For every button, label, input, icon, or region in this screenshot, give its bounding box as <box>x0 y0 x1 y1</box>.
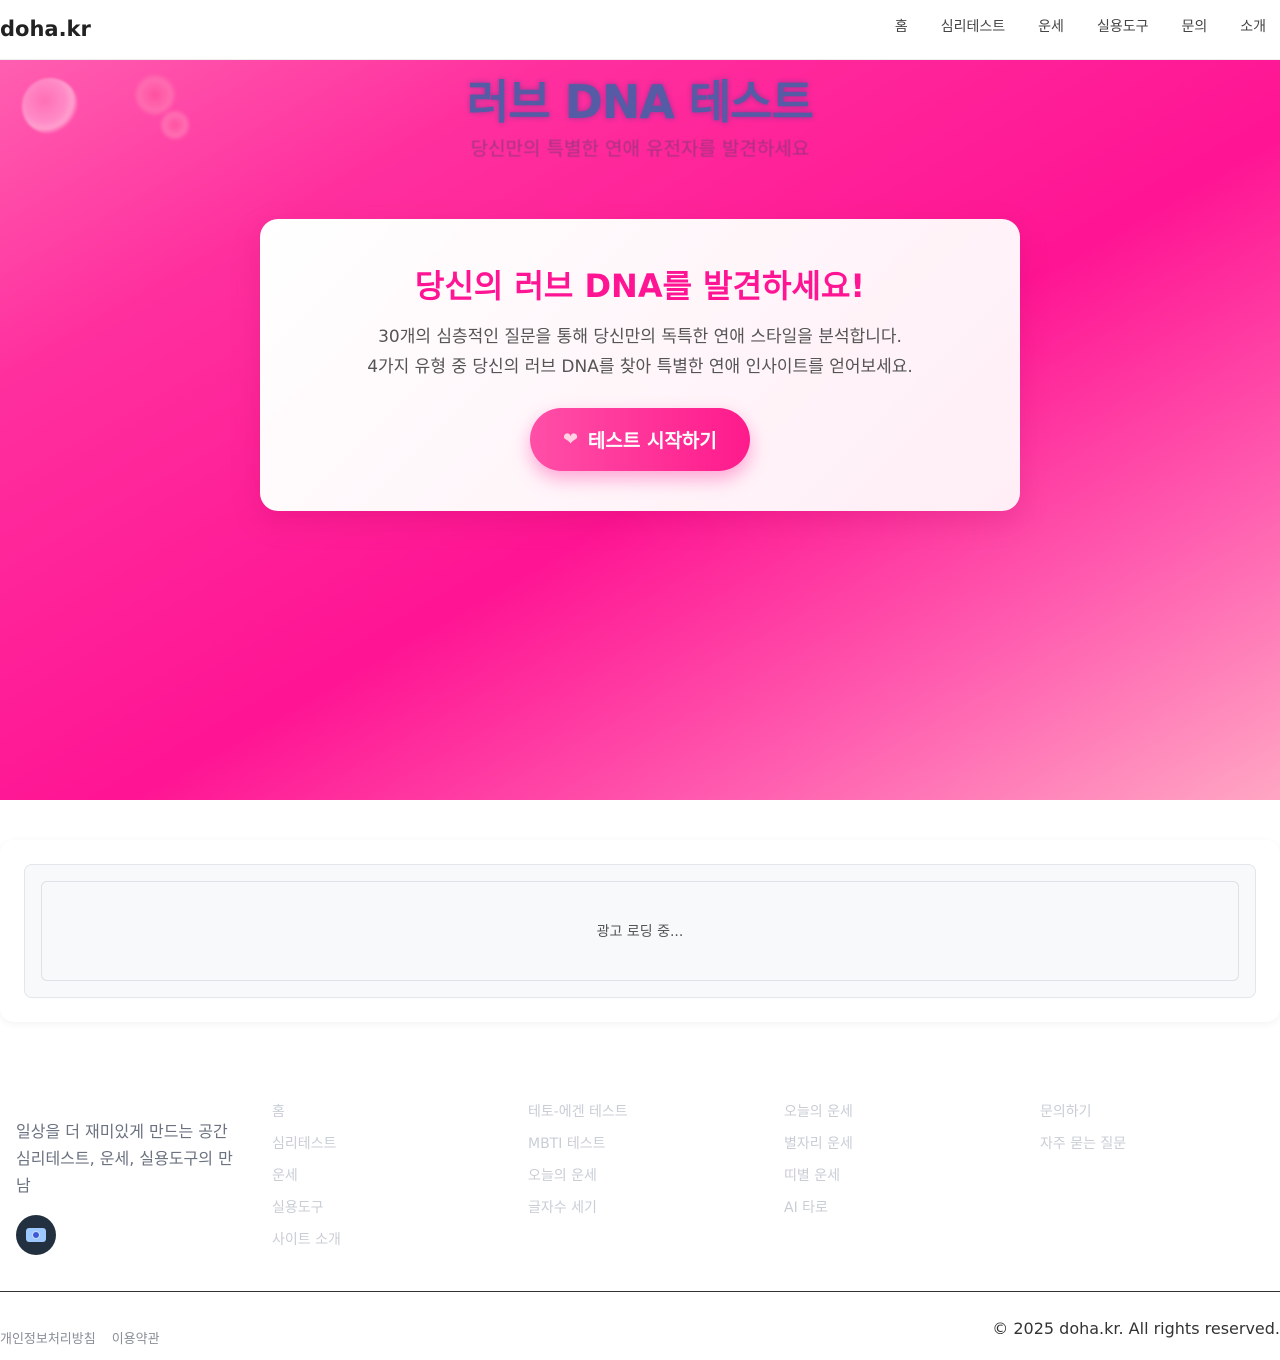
legal-links: 개인정보처리방침 이용약관 <box>0 1328 160 1347</box>
intro-card: 당신의 러브 DNA를 발견하세요! 30개의 심층적인 질문을 통해 당신만의… <box>260 219 1020 511</box>
copyright: © 2025 doha.kr. All rights reserved. <box>992 1319 1280 1338</box>
camera-icon[interactable] <box>16 1215 56 1255</box>
sparkling-heart-icon: ❤ <box>562 429 579 450</box>
footer-description: 일상을 더 재미있게 만드는 공간 심리테스트, 운세, 실용도구의 만남 <box>16 1122 233 1195</box>
footer-link[interactable]: MBTI 테스트 <box>528 1134 628 1166</box>
nav-item-psych-test[interactable]: 심리테스트 <box>941 16 1005 36</box>
footer-column: 오늘의 운세 별자리 운세 띠별 운세 AI 타로 <box>784 1102 853 1230</box>
main-nav: 홈 심리테스트 운세 실용도구 문의 소개 <box>862 16 1266 36</box>
intro-description-line: 30개의 심층적인 질문을 통해 당신만의 독특한 연애 스타일을 분석합니다. <box>378 327 902 347</box>
page-title: 러브 DNA 테스트 <box>467 75 814 129</box>
footer-column: 테토-에겐 테스트 MBTI 테스트 오늘의 운세 글자수 세기 <box>528 1102 628 1230</box>
footer-link[interactable]: AI 타로 <box>784 1198 853 1230</box>
nav-item-home[interactable]: 홈 <box>895 16 908 36</box>
footer-link[interactable]: 사이트 소개 <box>272 1230 341 1262</box>
footer-link[interactable]: 오늘의 운세 <box>784 1102 853 1134</box>
footer-link[interactable]: 자주 묻는 질문 <box>1040 1134 1126 1166</box>
footer-link[interactable]: 운세 <box>272 1166 341 1198</box>
footer-link[interactable]: 별자리 운세 <box>784 1134 853 1166</box>
footer-link[interactable]: 실용도구 <box>272 1198 341 1230</box>
nav-item-contact[interactable]: 문의 <box>1181 16 1207 36</box>
ad-container: 광고 로딩 중... <box>24 864 1256 998</box>
footer-divider <box>0 1291 1280 1292</box>
hero-section: 러브 DNA 테스트 당신만의 특별한 연애 유전자를 발견하세요 당신의 러브… <box>0 60 1280 800</box>
footer-link[interactable]: 문의하기 <box>1040 1102 1126 1134</box>
footer-link[interactable]: 띠별 운세 <box>784 1166 853 1198</box>
ad-section: 광고 로딩 중... <box>0 840 1280 1022</box>
page-subtitle: 당신만의 특별한 연애 유전자를 발견하세요 <box>470 138 810 160</box>
footer-link[interactable]: 글자수 세기 <box>528 1198 628 1230</box>
start-test-button-label: 테스트 시작하기 <box>588 430 718 452</box>
site-logo[interactable]: doha.kr <box>0 17 91 41</box>
footer-column: 홈 심리테스트 운세 실용도구 사이트 소개 <box>272 1102 341 1262</box>
nav-item-tools[interactable]: 실용도구 <box>1097 16 1149 36</box>
start-test-button[interactable]: ❤ 테스트 시작하기 <box>530 408 750 471</box>
nav-item-fortune[interactable]: 운세 <box>1038 16 1064 36</box>
footer-link[interactable]: 테토-에겐 테스트 <box>528 1102 628 1134</box>
intro-heading: 당신의 러브 DNA를 발견하세요! <box>415 267 865 305</box>
privacy-policy-link[interactable]: 개인정보처리방침 <box>0 1328 96 1347</box>
terms-link[interactable]: 이용약관 <box>112 1328 160 1347</box>
footer-column: 문의하기 자주 묻는 질문 <box>1040 1102 1126 1166</box>
site-header: doha.kr 홈 심리테스트 운세 실용도구 문의 소개 <box>0 0 1280 60</box>
footer-link[interactable]: 오늘의 운세 <box>528 1166 628 1198</box>
nav-item-about[interactable]: 소개 <box>1240 16 1266 36</box>
ad-placeholder: 광고 로딩 중... <box>41 881 1239 981</box>
footer-link[interactable]: 홈 <box>272 1102 341 1134</box>
intro-description-line: 4가지 유형 중 당신의 러브 DNA를 찾아 특별한 연애 인사이트를 얻어보… <box>367 357 913 377</box>
footer-link[interactable]: 심리테스트 <box>272 1134 341 1166</box>
